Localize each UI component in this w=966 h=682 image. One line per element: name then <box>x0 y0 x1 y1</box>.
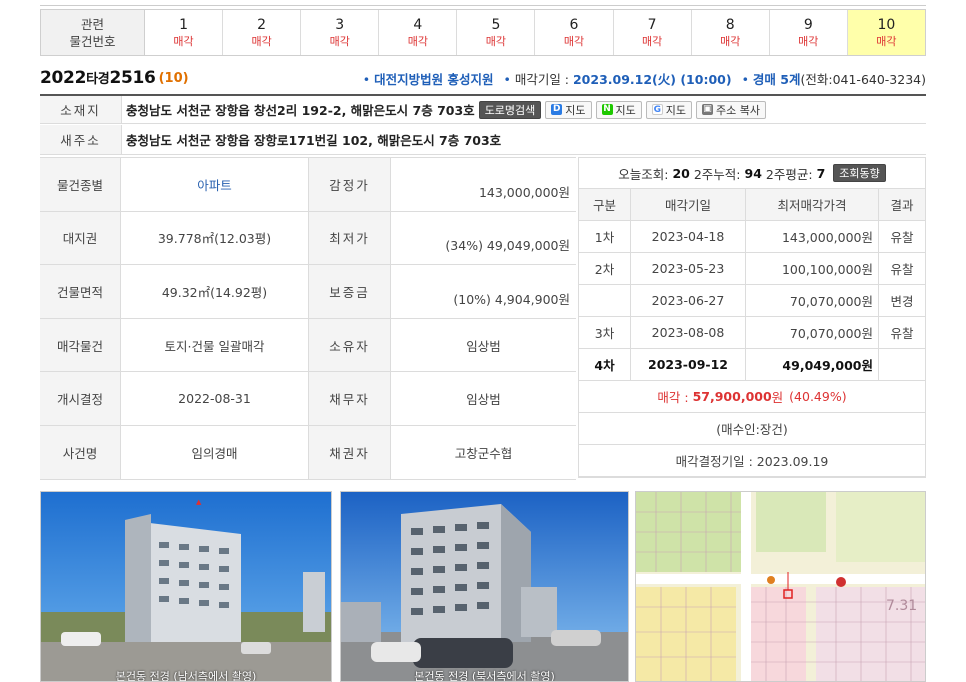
address-label: 소재지 <box>40 96 122 123</box>
creditor: 고창군수협 <box>454 445 513 461</box>
table-row: 개시결정 2022-08-31 채무자 임상범 <box>40 372 576 426</box>
table-row: 3차 2023-08-08 70,070,000원 유찰 <box>579 317 925 349</box>
related-items-table: 관련 물건번호 1 매각 2 매각 3 매각 4 매각 5 매각 6 매각 7 매각 8 매각 … <box>40 9 926 56</box>
new-address-value: 충청남도 서천군 장항읍 장항로171번길 102, 해맑은도시 7층 703호 <box>126 133 502 148</box>
daum-icon: D <box>551 104 563 115</box>
building-photo-2[interactable]: 본건동 전경 (북서측에서 촬영) <box>340 491 629 682</box>
auction-history-panel: 오늘조회: 20 2주누적: 94 2주평균: 7 조회동향 구분 매각기일 최저매각… <box>578 157 926 478</box>
photo-caption-1: 본건동 전경 (남서측에서 촬영) <box>115 670 257 682</box>
copy-icon: ▣ <box>702 104 714 115</box>
related-item-active[interactable]: 10 매각 <box>847 10 925 55</box>
view-trend-button[interactable]: 조회동향 <box>833 164 886 182</box>
related-header: 관련 물건번호 <box>41 10 145 55</box>
case-item-number: (10) <box>158 70 189 86</box>
related-item[interactable]: 8 매각 <box>692 10 770 55</box>
apartment-photo-image: ▲ <box>41 492 331 681</box>
table-row: 2차 2023-05-23 100,100,000원 유찰 <box>579 253 925 285</box>
property-info-table: 물건종별 아파트 감정가 143,000,000원 대지권 39.778㎡(12… <box>40 157 576 480</box>
property-type-link[interactable]: 아파트 <box>197 175 232 194</box>
related-item[interactable]: 4 매각 <box>379 10 458 55</box>
sale-percent: (40.49%) <box>789 389 847 404</box>
related-item[interactable]: 7 매각 <box>614 10 692 55</box>
new-address-label: 새주소 <box>40 125 122 154</box>
address-row: 소재지 충청남도 서천군 장항읍 창선2리 192-2, 해맑은도시 7층 70… <box>40 94 926 124</box>
table-row-current: 4차 2023-09-12 49,049,000원 <box>579 349 925 381</box>
sale-amount: 57,900,000 <box>692 389 772 404</box>
related-item[interactable]: 9 매각 <box>770 10 848 55</box>
sale-date: 2023.09.12(火) (10:00) <box>572 71 732 87</box>
google-map-button[interactable]: G 지도 <box>645 100 693 119</box>
map-image: 7.31 <box>636 492 925 681</box>
auction-dept: 경매 5계 <box>752 71 801 87</box>
owner: 임상범 <box>466 338 501 354</box>
debtor: 임상범 <box>466 392 501 408</box>
appraisal-value: 143,000,000원 <box>478 184 570 200</box>
history-header: 구분 매각기일 최저매각가격 결과 <box>579 189 925 221</box>
table-row: 1차 2023-04-18 143,000,000원 유찰 <box>579 221 925 253</box>
related-item[interactable]: 6 매각 <box>535 10 614 55</box>
table-row: 매각물건 토지·건물 일괄매각 소유자 임상범 <box>40 318 576 373</box>
table-row: 사건명 임의경매 채권자 고창군수협 <box>40 425 576 480</box>
decision-date: 매각결정기일 : 2023.09.19 <box>579 445 925 477</box>
related-item[interactable]: 2 매각 <box>223 10 302 55</box>
view-stats: 오늘조회: 20 2주누적: 94 2주평균: 7 조회동향 <box>579 157 925 189</box>
related-item[interactable]: 5 매각 <box>457 10 536 55</box>
top-strip-partial <box>40 0 926 6</box>
related-item[interactable]: 1 매각 <box>145 10 224 55</box>
table-row: 2023-06-27 70,070,000원 변경 <box>579 285 925 317</box>
apartment-photo-image <box>341 492 628 681</box>
table-row: 물건종별 아파트 감정가 143,000,000원 <box>40 158 576 212</box>
case-number: 2022타경2516 <box>40 68 156 88</box>
new-address-row: 새주소 충청남도 서천군 장항읍 장항로171번길 102, 해맑은도시 7층 … <box>40 125 926 155</box>
cadastral-map[interactable]: 7.31 <box>635 491 926 682</box>
dept-phone: (전화:041-640-3234) <box>800 71 926 87</box>
svg-text:▲: ▲ <box>196 498 202 506</box>
sale-result: 매각 : 57,900,000 원 (40.49%) <box>579 381 925 413</box>
copy-address-button[interactable]: ▣ 주소 복사 <box>696 100 767 119</box>
building-photo-1[interactable]: ▲ 본건동 전경 (남서측에서 촬영) <box>40 491 332 682</box>
minimum-price: (34%) 49,049,000원 <box>445 238 570 254</box>
deposit: (10%) 4,904,900원 <box>453 291 570 307</box>
photo-caption-2: 본건동 전경 (북서측에서 촬영) <box>414 670 555 682</box>
naver-icon: N <box>601 104 613 115</box>
naver-map-button[interactable]: N 지도 <box>595 100 642 119</box>
buyer: (매수인:장건) <box>579 413 925 445</box>
table-row: 대지권 39.778㎡(12.03평) 최저가 (34%) 49,049,000… <box>40 211 576 266</box>
case-header: 2022타경2516 (10) • 대전지방법원 홍성지원 • 매각기일 : 2… <box>40 66 926 90</box>
address-value: 충청남도 서천군 장항읍 창선2리 192-2, 해맑은도시 7층 703호 <box>126 103 475 118</box>
road-name-search-button[interactable]: 도로명검색 <box>478 100 542 119</box>
court-name: 대전지방법원 홍성지원 <box>374 71 494 87</box>
case-info: • 대전지방법원 홍성지원 • 매각기일 : 2023.09.12(火) (10… <box>362 71 926 87</box>
google-icon: G <box>651 104 663 115</box>
related-item[interactable]: 3 매각 <box>301 10 380 55</box>
svg-text:7.31: 7.31 <box>886 598 917 614</box>
daum-map-button[interactable]: D 지도 <box>545 100 592 119</box>
table-row: 건물면적 49.32㎡(14.92평) 보증금 (10%) 4,904,900원 <box>40 265 576 319</box>
